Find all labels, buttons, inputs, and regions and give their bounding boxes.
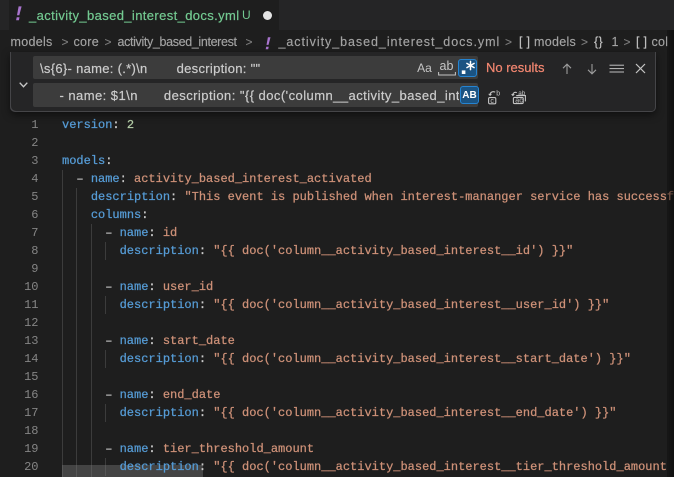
svg-text:c: c	[490, 98, 494, 105]
svg-text:b: b	[496, 90, 500, 97]
svg-text:ac: ac	[515, 98, 523, 105]
svg-text:ab: ab	[518, 90, 526, 97]
